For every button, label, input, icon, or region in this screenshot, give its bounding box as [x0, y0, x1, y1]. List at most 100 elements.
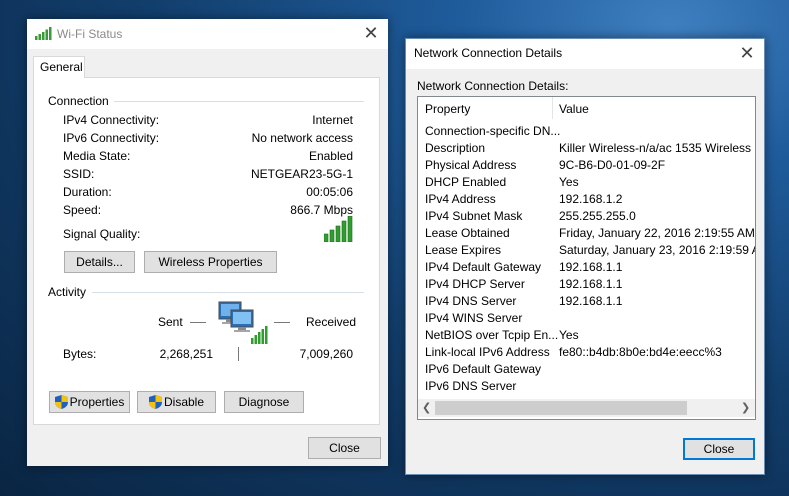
table-row[interactable]: Physical Address 9C-B6-D0-01-09-2F	[418, 158, 755, 175]
row-property: IPv6 DNS Server	[425, 379, 517, 393]
row-value: Yes	[559, 175, 579, 189]
signal-quality-label: Signal Quality:	[63, 227, 141, 241]
row-property: IPv4 Address	[425, 192, 496, 206]
ipv4-value: Internet	[312, 113, 353, 127]
details-close-button[interactable]: Close	[683, 438, 755, 460]
details-button[interactable]: Details...	[64, 251, 135, 273]
row-value: 255.255.255.0	[559, 209, 636, 223]
wireless-properties-label: Wireless Properties	[158, 255, 263, 269]
row-value: 192.168.1.1	[559, 277, 623, 291]
row-value: Yes	[559, 328, 579, 342]
table-row[interactable]: Connection-specific DN...	[418, 124, 755, 141]
scrollbar-thumb[interactable]	[435, 401, 687, 415]
row-property: IPv4 DNS Server	[425, 294, 517, 308]
table-row[interactable]: Lease Expires Saturday, January 23, 2016 …	[418, 243, 756, 260]
activity-header: Activity	[48, 285, 87, 299]
disable-button-label: Disable	[163, 395, 205, 409]
wifi-close-icon[interactable]: ✕	[360, 23, 382, 45]
wifi-title-bar[interactable]: Wi-Fi Status ✕	[27, 19, 388, 49]
row-value: 192.168.1.1	[559, 260, 623, 274]
row-value: Friday, January 22, 2016 2:19:55 AM	[559, 226, 755, 240]
bytes-divider	[238, 347, 239, 361]
details-close-button-label: Close	[703, 442, 735, 456]
row-value: 9C-B6-D0-01-09-2F	[559, 158, 666, 172]
table-row[interactable]: Description Killer Wireless-n/a/ac 1535 W…	[418, 141, 755, 158]
row-property: Lease Obtained	[425, 226, 510, 240]
row-property: Link-local IPv6 Address	[425, 345, 550, 359]
bytes-received-value: 7,009,260	[299, 347, 353, 361]
column-header-value[interactable]: Value	[559, 102, 589, 116]
duration-label: Duration:	[63, 185, 112, 199]
connection-divider	[114, 101, 364, 102]
table-header: Property Value	[418, 97, 755, 119]
horizontal-scrollbar[interactable]: ❮ ❯	[418, 399, 755, 417]
scroll-right-arrow-icon[interactable]: ❯	[741, 401, 750, 414]
details-close-icon[interactable]: ✕	[736, 43, 758, 65]
wireless-properties-button[interactable]: Wireless Properties	[144, 251, 277, 273]
activity-divider	[92, 292, 364, 293]
ssid-label: SSID:	[63, 167, 95, 181]
row-property: IPv4 Default Gateway	[425, 260, 542, 274]
ipv6-label: IPv6 Connectivity:	[63, 131, 160, 145]
row-value: fe80::b4db:8b0e:bd4e:eecc%3	[559, 345, 722, 359]
network-computers-icon	[217, 300, 269, 349]
table-row[interactable]: Link-local IPv6 Address fe80::b4db:8b0e:b…	[418, 345, 755, 362]
row-property: IPv4 DHCP Server	[425, 277, 525, 291]
properties-button[interactable]: Properties	[49, 391, 130, 413]
row-property: Connection-specific DN...	[425, 124, 561, 138]
details-window-title: Network Connection Details	[414, 46, 563, 60]
table-row[interactable]: NetBIOS over Tcpip En... Yes	[418, 328, 755, 345]
table-row[interactable]: Lease Obtained Friday, January 22, 2016 2…	[418, 226, 755, 243]
row-property: Lease Expires	[425, 243, 502, 257]
details-caption: Network Connection Details:	[417, 79, 569, 93]
properties-button-label: Properties	[69, 395, 125, 409]
row-property: Physical Address	[425, 158, 517, 172]
column-header-property[interactable]: Property	[425, 102, 470, 116]
disable-button[interactable]: Disable	[137, 391, 216, 413]
wifi-close-button[interactable]: Close	[308, 437, 381, 459]
tab-general[interactable]: General	[33, 56, 85, 78]
row-property: IPv4 WINS Server	[425, 311, 523, 325]
table-row[interactable]: IPv4 DHCP Server 192.168.1.1	[418, 277, 755, 294]
row-property: IPv6 Default Gateway	[425, 362, 542, 376]
table-row[interactable]: IPv6 Default Gateway	[418, 362, 755, 379]
received-line	[274, 322, 290, 323]
table-row[interactable]: IPv4 Subnet Mask 255.255.255.0	[418, 209, 755, 226]
row-property: NetBIOS over Tcpip En...	[425, 328, 559, 342]
wifi-window-title: Wi-Fi Status	[57, 27, 123, 41]
scroll-left-arrow-icon[interactable]: ❮	[422, 401, 431, 414]
diagnose-button-label: Diagnose	[238, 395, 290, 409]
media-state-value: Enabled	[308, 149, 353, 163]
table-row[interactable]: IPv4 Default Gateway 192.168.1.1	[418, 260, 755, 277]
table-row[interactable]: DHCP Enabled Yes	[418, 175, 755, 192]
table-row[interactable]: IPv4 WINS Server	[418, 311, 755, 328]
wifi-signal-title-icon	[35, 27, 53, 43]
sent-line	[190, 322, 206, 323]
table-row[interactable]: IPv4 Address 192.168.1.2	[418, 192, 755, 209]
network-details-window: Network Connection Details ✕ Network Con…	[405, 38, 765, 475]
row-property: IPv4 Subnet Mask	[425, 209, 523, 223]
tab-general-label: General	[40, 60, 83, 74]
row-value: 192.168.1.1	[559, 294, 623, 308]
connection-header: Connection	[48, 94, 109, 108]
row-property: Description	[425, 141, 486, 155]
wifi-status-window: Wi-Fi Status ✕ General Connection IPv4 C…	[27, 19, 388, 466]
details-title-bar[interactable]: Network Connection Details ✕	[406, 39, 764, 69]
general-panel: Connection IPv4 Connectivity: Internet I…	[33, 77, 380, 425]
row-value: 192.168.1.2	[559, 192, 623, 206]
received-label: Received	[306, 315, 357, 329]
diagnose-button[interactable]: Diagnose	[224, 391, 304, 413]
ipv6-value: No network access	[251, 131, 353, 145]
table-row[interactable]: IPv4 DNS Server 192.168.1.1	[418, 294, 755, 311]
column-divider[interactable]	[552, 97, 553, 119]
table-row[interactable]: IPv6 DNS Server	[418, 379, 755, 396]
wifi-close-button-label: Close	[329, 441, 360, 455]
ssid-value: NETGEAR23-5G-1	[250, 167, 353, 181]
row-value: Saturday, January 23, 2016 2:19:59 AM	[559, 243, 756, 257]
ipv4-label: IPv4 Connectivity:	[63, 113, 160, 127]
uac-shield-icon	[148, 395, 162, 415]
details-table: Property Value Connection-specific DN...…	[417, 96, 756, 420]
bytes-label: Bytes:	[63, 347, 97, 361]
row-value: Killer Wireless-n/a/ac 1535 Wireless Net…	[559, 141, 755, 155]
sent-label: Sent	[158, 315, 183, 329]
